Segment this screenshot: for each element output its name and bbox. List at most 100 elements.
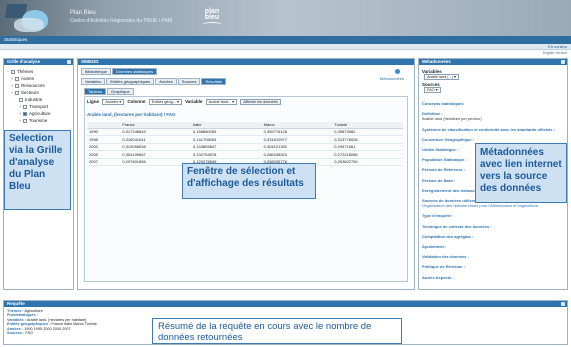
table-cell: 0,316041641 bbox=[120, 135, 191, 144]
sources-select[interactable]: FAO ▾ bbox=[424, 87, 441, 93]
link-en-continu[interactable]: En continu bbox=[548, 44, 567, 49]
metadata-title: Métadonnées bbox=[422, 59, 451, 64]
table-row: 1995 0,316041641 0,141705094 0,331610977… bbox=[87, 135, 403, 144]
table-cell: 0,158880055 bbox=[190, 128, 262, 136]
source-link[interactable]: Organisation des Nations Unies pour l'Al… bbox=[422, 203, 564, 208]
query-header: Requête bbox=[4, 301, 567, 307]
info-icon[interactable] bbox=[395, 69, 400, 74]
query-value: FAO bbox=[25, 331, 33, 336]
tab-graphique[interactable]: Graphique bbox=[107, 88, 134, 95]
tree-item-industrie[interactable]: Industrie bbox=[7, 96, 70, 103]
tab-bibliotheque[interactable]: Bibliothèque bbox=[81, 68, 112, 75]
checkbox[interactable] bbox=[23, 118, 27, 123]
meta-value: Arable land (hectares per person) bbox=[422, 116, 482, 122]
tree-item-transport[interactable]: + Transport bbox=[7, 103, 70, 110]
tree-label: Secteurs bbox=[21, 90, 39, 95]
tree-label: Autres bbox=[21, 76, 35, 81]
tab-sources[interactable]: Sources bbox=[177, 78, 201, 85]
table-cell: 0,29471561 bbox=[332, 143, 403, 151]
tree-item-ressources[interactable]: + Ressources bbox=[7, 82, 70, 89]
view-tabs: Tableau Graphique bbox=[84, 88, 135, 95]
table-cell: 1995 bbox=[87, 135, 121, 144]
results-table: France Italie Maroc Tunisie 1990 0,31724… bbox=[87, 122, 403, 166]
tab-variables[interactable]: Variables bbox=[81, 78, 106, 85]
variables-select[interactable]: Arable land (...) ▾ bbox=[424, 74, 459, 80]
meta-heading: Ajustement : bbox=[422, 244, 447, 250]
site-header: Plan Bleu Centre d'Activités Régionales … bbox=[0, 0, 571, 36]
meta-heading: Couverture Géographique : bbox=[422, 136, 475, 142]
plan-bleu-logo[interactable] bbox=[4, 4, 54, 34]
sub-bar: En continu bbox=[0, 44, 571, 50]
tree-item-autres[interactable]: + Autres bbox=[7, 75, 70, 82]
tab-tableau[interactable]: Tableau bbox=[84, 88, 107, 95]
meta-heading: Concepts statistiques bbox=[422, 101, 464, 106]
table-cell: 0,263622750 bbox=[332, 158, 403, 166]
tree-label: Ressources bbox=[21, 83, 45, 88]
checkbox[interactable] bbox=[15, 83, 19, 88]
meta-heading: Type d'enquête : bbox=[422, 213, 454, 219]
table-row: 1990 0,317246849 0,158880055 0,359776126… bbox=[87, 128, 403, 136]
query-key: Entités géographiques : bbox=[7, 322, 51, 327]
table-cell: 0,359776126 bbox=[261, 128, 333, 136]
table-cell: 2000 bbox=[87, 143, 121, 151]
table-cell: 0,143899847 bbox=[190, 143, 262, 151]
query-key: Années : bbox=[7, 326, 24, 331]
tree-label: Tourisme bbox=[29, 118, 48, 123]
site-title: Plan Bleu bbox=[70, 10, 96, 16]
collapse-icon[interactable] bbox=[561, 302, 565, 306]
query-key: Problématiques : bbox=[7, 313, 38, 318]
link-english-version[interactable]: English Version bbox=[543, 51, 567, 55]
chevron-down-icon: ▾ bbox=[232, 100, 235, 104]
tab-donnees-statistiques[interactable]: Données statistiques bbox=[112, 68, 158, 75]
simedd-title: SIMEDD bbox=[81, 59, 99, 64]
checkbox-checked[interactable] bbox=[23, 111, 27, 116]
row-label: Ligne bbox=[87, 99, 99, 105]
checkbox[interactable] bbox=[19, 97, 23, 102]
table-cell: 0,297601856 bbox=[120, 158, 191, 166]
plan-bleu-wordmark[interactable]: plan bleu bbox=[202, 8, 222, 28]
metadata-header: Métadonnées bbox=[419, 59, 567, 65]
query-key: Sources : bbox=[7, 331, 25, 336]
tree-item-tourisme[interactable]: + Tourisme bbox=[7, 117, 70, 124]
checkbox[interactable] bbox=[15, 76, 19, 81]
checkbox[interactable] bbox=[23, 104, 27, 109]
table-cell: 0,132754578 bbox=[190, 150, 262, 159]
table-cell: 0,313776026 bbox=[332, 135, 403, 144]
tab-resultats[interactable]: Résultats bbox=[201, 78, 227, 85]
query-value: France Italie Maroc Tunisie bbox=[51, 322, 97, 327]
wordmark-line-2: bleu bbox=[204, 14, 220, 21]
variables-select-value: Arable land (...) bbox=[427, 75, 453, 79]
collapse-icon[interactable] bbox=[67, 60, 71, 64]
row-select[interactable]: Années ▾ bbox=[102, 99, 125, 105]
variable-label: Variable bbox=[185, 99, 203, 105]
tree-item-themes[interactable]: − Thèmes bbox=[7, 68, 70, 75]
show-data-button[interactable]: Afficher les données bbox=[240, 99, 281, 105]
tab-annees[interactable]: Années bbox=[155, 78, 177, 85]
table-row: 2000 0,313098538 0,143899847 0,304121392… bbox=[87, 143, 403, 151]
variable-select[interactable]: Arable land... ▾ bbox=[205, 99, 238, 105]
checkbox[interactable] bbox=[11, 69, 15, 74]
menu-item-statistiques[interactable]: Statistiques bbox=[4, 37, 27, 42]
tree-item-secteurs[interactable]: − Secteurs bbox=[7, 89, 70, 96]
table-cell: 0,286338923 bbox=[261, 150, 333, 159]
metadata-link[interactable]: Métadonnées bbox=[380, 76, 404, 81]
column-select[interactable]: Entités géog... ▾ bbox=[148, 99, 182, 105]
table-cell: 0,304199687 bbox=[120, 150, 191, 159]
table-cell: 2005 bbox=[87, 150, 121, 159]
pivot-controls: Ligne Années ▾ Colonne Entités géog... ▾… bbox=[87, 99, 281, 105]
chevron-down-icon: ▾ bbox=[435, 88, 438, 92]
tree-item-agriculture[interactable]: + Agriculture bbox=[7, 110, 70, 117]
meta-heading: Systèmes de classification et conformité… bbox=[422, 126, 555, 132]
table-title: Arable land, (hectares per habitant) / F… bbox=[87, 112, 176, 117]
column-select-value: Entités géog... bbox=[151, 100, 176, 104]
row-select-value: Années bbox=[105, 100, 119, 104]
site-subtitle: Centre d'Activités Régionales du PNUE / … bbox=[70, 18, 173, 24]
sub-tabs: Variables Entités géographiques Années Sour… bbox=[81, 78, 227, 85]
checkbox[interactable] bbox=[15, 90, 19, 95]
query-value: Agriculture bbox=[24, 309, 43, 313]
tab-entites-geographiques[interactable]: Entités géographiques bbox=[106, 78, 155, 85]
main-menu: Statistiques bbox=[0, 36, 571, 44]
collapse-icon[interactable] bbox=[561, 60, 565, 64]
top-tabs: Bibliothèque Données statistiques bbox=[81, 68, 158, 75]
tree-label: Thèmes bbox=[17, 69, 34, 74]
